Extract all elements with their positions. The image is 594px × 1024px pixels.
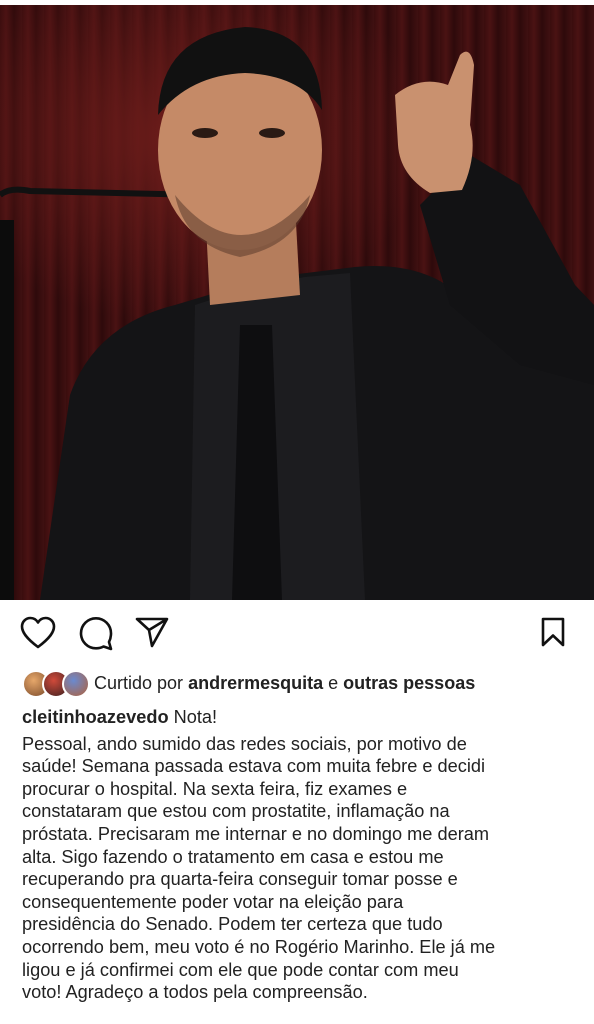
- caption-line: voto! Agradeço a todos pela compreensão.: [22, 982, 368, 1003]
- caption-line: ligou e já confirmei com ele que pode co…: [22, 959, 459, 980]
- bookmark-icon[interactable]: [540, 616, 566, 653]
- caption-line: próstata. Precisaram me internar e no do…: [22, 823, 490, 844]
- comment-icon[interactable]: [78, 615, 114, 656]
- author-username-link[interactable]: cleitinhoazevedo: [22, 707, 169, 727]
- microphone-stand: [0, 220, 14, 600]
- liker-username-link[interactable]: andrermesquita: [188, 673, 323, 693]
- likes-summary: Curtido por andrermesquita e outras pess…: [94, 673, 475, 694]
- caption-line: saúde! Semana passada estava com muita f…: [22, 756, 486, 777]
- caption-line: alta. Sigo fazendo o tratamento em casa …: [22, 846, 444, 867]
- post-photo[interactable]: [0, 5, 594, 600]
- post-photo-illustration: [0, 27, 594, 600]
- likes-prefix: Curtido por: [94, 672, 184, 693]
- heart-icon[interactable]: [20, 616, 56, 655]
- caption-title: Nota!: [173, 707, 218, 727]
- likes-row: Curtido por andrermesquita e outras pess…: [22, 668, 582, 698]
- caption-line: consequentemente poder votar na eleição …: [22, 891, 404, 912]
- left-eye: [192, 128, 218, 138]
- send-icon[interactable]: [135, 616, 169, 653]
- liker-avatars[interactable]: [22, 670, 90, 698]
- bottom-edge: [0, 1016, 594, 1024]
- caption-line: presidência do Senado. Podem ter certeza…: [22, 914, 443, 935]
- post-caption: cleitinhoazevedo Nota! Pessoal, ando sum…: [22, 706, 582, 1004]
- other-likers-link[interactable]: outras pessoas: [343, 673, 475, 693]
- caption-line: ocorrendo bem, meu voto é no Rogério Mar…: [22, 936, 496, 957]
- right-eye: [259, 128, 285, 138]
- avatar: [62, 670, 90, 698]
- caption-line: Pessoal, ando sumido das redes sociais, …: [22, 733, 467, 754]
- hand: [395, 51, 474, 193]
- caption-line: recuperando pra quarta-feira conseguir t…: [22, 869, 458, 890]
- caption-line: constataram que estou com prostatite, in…: [22, 801, 450, 822]
- post-actions: [0, 600, 594, 666]
- likes-connector: e: [328, 672, 339, 693]
- caption-header: cleitinhoazevedo Nota!: [22, 706, 582, 729]
- caption-body: Pessoal, ando sumido das redes sociais, …: [22, 733, 582, 1004]
- caption-line: procurar o hospital. Na sexta feira, fiz…: [22, 778, 408, 799]
